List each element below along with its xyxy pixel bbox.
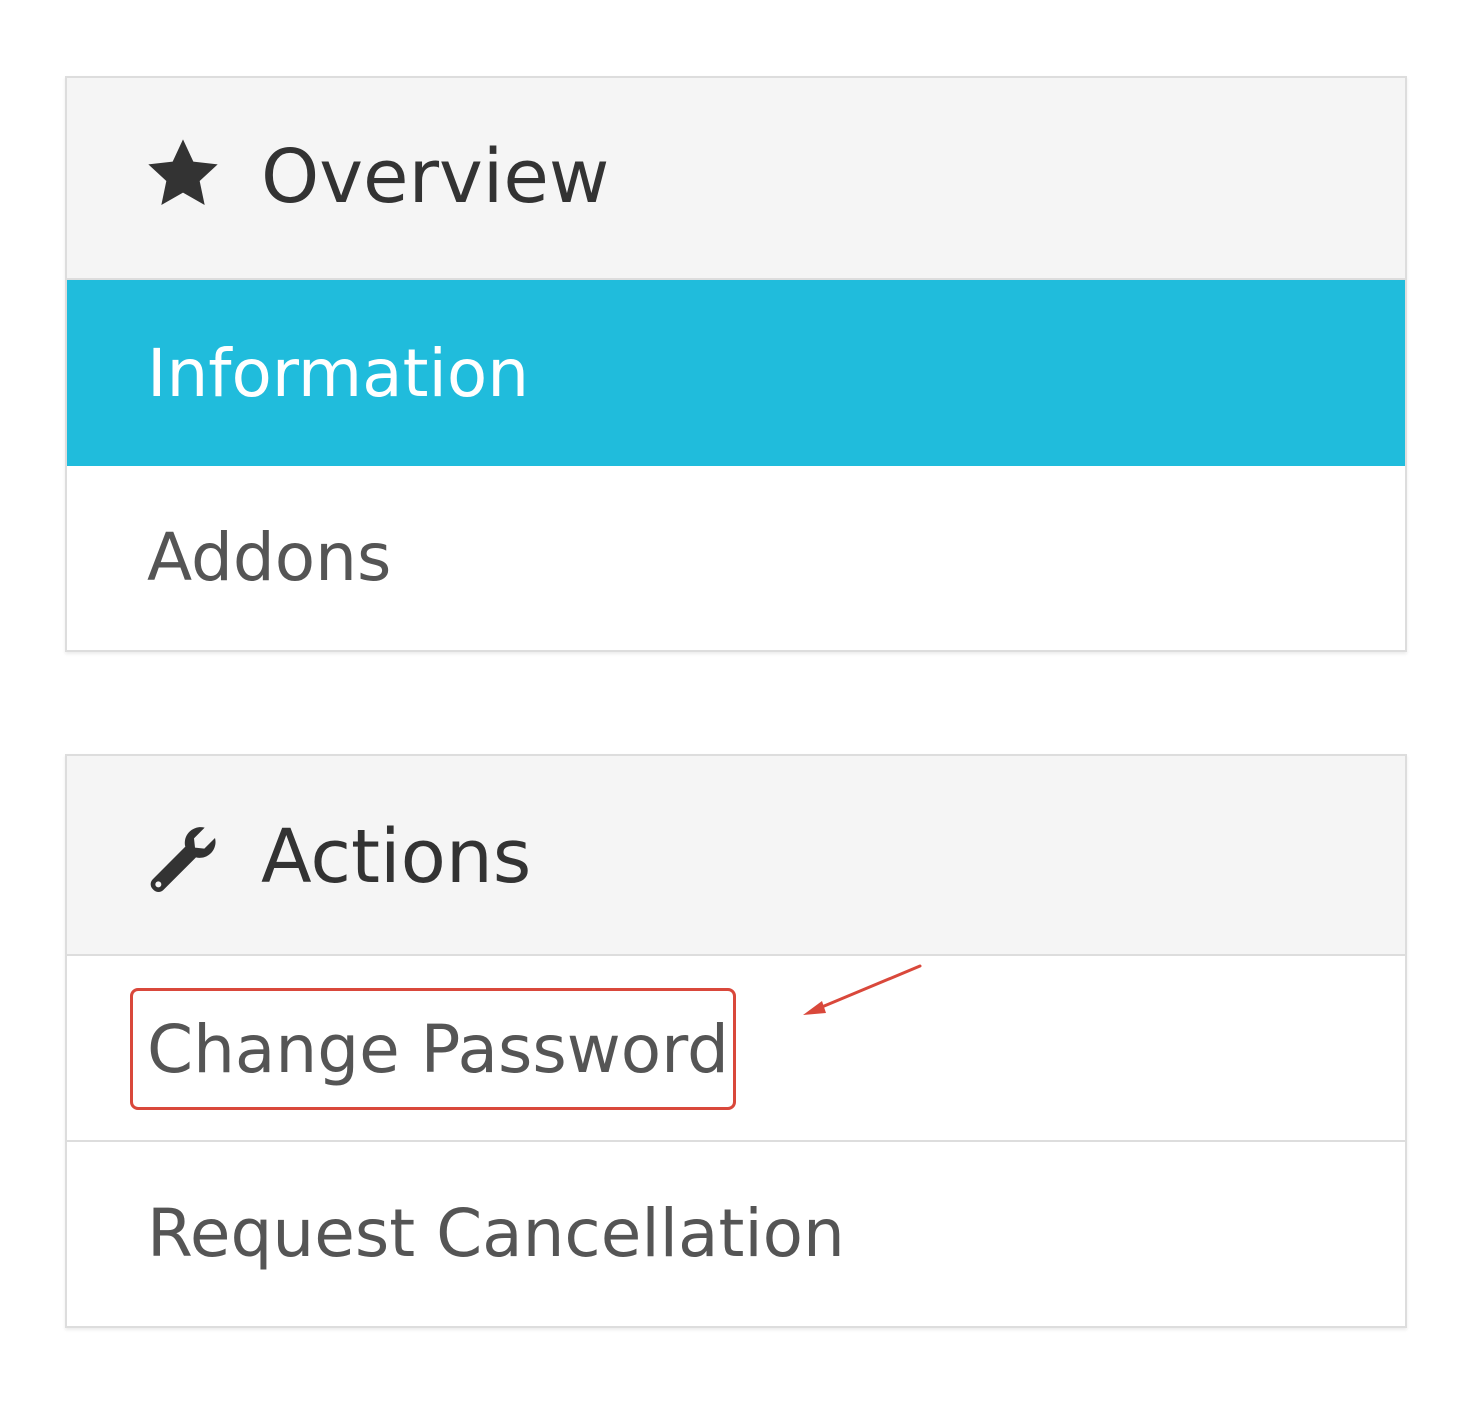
wrench-icon (143, 820, 223, 900)
overview-panel: Overview Information Addons (65, 76, 1407, 652)
menu-item-label: Information (147, 335, 530, 412)
overview-title: Overview (261, 134, 610, 220)
menu-item-request-cancellation[interactable]: Request Cancellation (67, 1142, 1405, 1326)
actions-panel: Actions Change Password Request Cancella… (65, 754, 1407, 1328)
star-icon (143, 134, 223, 214)
menu-item-addons[interactable]: Addons (67, 466, 1405, 650)
menu-item-label: Request Cancellation (147, 1195, 845, 1272)
menu-item-label: Change Password (147, 1011, 729, 1088)
menu-item-change-password[interactable]: Change Password (67, 956, 1405, 1142)
actions-title: Actions (261, 814, 532, 900)
menu-item-label: Addons (147, 519, 392, 596)
overview-panel-heading: Overview (67, 78, 1405, 280)
menu-item-information[interactable]: Information (67, 280, 1405, 466)
actions-panel-heading: Actions (67, 756, 1405, 956)
